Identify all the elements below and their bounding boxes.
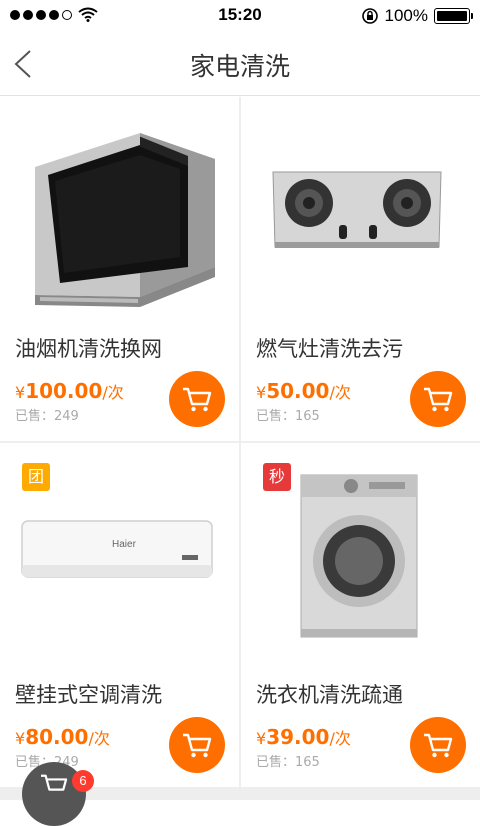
nav-bar: 家电清洗 — [0, 30, 480, 96]
add-to-cart-button[interactable] — [169, 371, 225, 427]
product-name: 壁挂式空调清洗 — [15, 683, 162, 707]
gas-stove-image — [272, 171, 442, 248]
range-hood-image — [35, 133, 215, 307]
cart-icon — [183, 733, 212, 758]
cart-icon — [424, 387, 453, 412]
add-to-cart-button[interactable] — [410, 371, 466, 427]
product-card[interactable]: 秒 洗衣机清洗疏通 ¥39.00/次 已售：165 — [241, 443, 480, 787]
sold-count: 已售：165 — [256, 409, 320, 424]
air-conditioner-image: Haier — [21, 520, 213, 578]
sold-count: 已售：249 — [15, 409, 79, 424]
product-grid: 油烟机清洗换网 ¥100.00/次 已售：249 燃气灶清洗去污 ¥50.00/… — [0, 97, 480, 800]
rotation-lock-icon — [361, 8, 378, 24]
status-right: 100% — [361, 6, 473, 26]
battery-icon — [434, 8, 473, 24]
product-price: ¥80.00/次 — [15, 725, 110, 749]
product-name: 油烟机清洗换网 — [15, 337, 162, 361]
add-to-cart-button[interactable] — [169, 717, 225, 773]
cart-icon — [40, 774, 68, 791]
product-name: 洗衣机清洗疏通 — [256, 683, 403, 707]
washing-machine-image — [300, 474, 418, 638]
add-to-cart-button[interactable] — [410, 717, 466, 773]
product-card[interactable]: 油烟机清洗换网 ¥100.00/次 已售：249 — [0, 97, 239, 441]
cart-icon — [424, 733, 453, 758]
product-price: ¥100.00/次 — [15, 379, 124, 403]
cart-count-badge: 6 — [72, 770, 94, 792]
product-card[interactable]: 团 Haier 壁挂式空调清洗 ¥80.00/次 已售：249 — [0, 443, 239, 787]
product-card[interactable]: 燃气灶清洗去污 ¥50.00/次 已售：165 — [241, 97, 480, 441]
page-title: 家电清洗 — [189, 52, 290, 81]
status-bar: 15:20 100% — [0, 0, 480, 30]
product-price: ¥50.00/次 — [256, 379, 351, 403]
svg-text:Haier: Haier — [112, 539, 137, 550]
product-price: ¥39.00/次 — [256, 725, 351, 749]
sold-count: 已售：165 — [256, 755, 320, 770]
battery-percent: 100% — [384, 6, 428, 25]
product-name: 燃气灶清洗去污 — [256, 337, 403, 361]
cart-icon — [183, 387, 212, 412]
